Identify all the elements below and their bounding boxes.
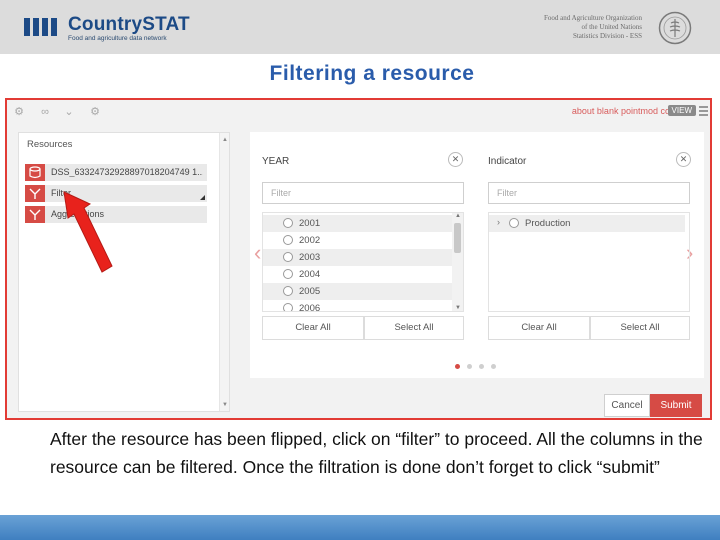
list-item[interactable]: 2001 [263,215,453,232]
brand-name: CountrySTAT [68,14,190,35]
org-line: of the United Nations [581,23,642,31]
view-badge[interactable]: VIEW [667,105,696,116]
select-all-button[interactable]: Select All [364,316,464,340]
radio-button[interactable] [283,303,293,311]
resource-item-dataset[interactable]: DSS_63324732928897018204749 1... [25,164,207,181]
search-placeholder: Filter [497,188,517,198]
submit-button[interactable]: Submit [650,394,702,417]
resources-panel: Resources DSS_63324732928897018204749 1.… [18,132,230,412]
clear-all-button[interactable]: Clear All [262,316,364,340]
gear-icon[interactable]: ⚙ [89,106,101,118]
resources-title: Resources [27,139,73,150]
radio-button[interactable] [509,218,519,228]
pagination-dot[interactable] [479,364,484,369]
option-label: 2006 [299,303,321,312]
option-label: Production [525,218,571,229]
corner-indicator-icon [200,195,205,200]
filter-panel: ‹ › YEAR ✕ Filter 2001 2002 2003 2004 20… [250,132,704,378]
list-item[interactable]: 2003 [263,249,453,266]
app-toolbar: ⚙ ∞ ⌄ ⚙ about blank pointmod cod3 VIEW [7,100,710,124]
option-label: 2002 [299,235,321,246]
list-item[interactable]: › Production [489,215,685,232]
list-scrollbar[interactable]: ▲ ▼ [452,213,463,311]
close-icon[interactable]: ✕ [676,152,691,167]
slide-title: Filtering a resource [269,62,475,85]
option-label: 2005 [299,286,321,297]
indicator-search-input[interactable]: Filter [488,182,690,204]
list-item[interactable]: 2005 [263,283,453,300]
fao-logo-icon [658,11,692,45]
scrollbar-thumb[interactable] [454,223,461,253]
filter-title-year: YEAR [262,156,290,167]
countrystat-logo-icon [24,18,62,36]
select-all-button[interactable]: Select All [590,316,690,340]
scroll-down-icon[interactable]: ▼ [455,305,461,311]
annotation-arrow-icon [63,191,113,273]
option-label: 2004 [299,269,321,280]
org-line: Food and Agriculture Organization [543,14,642,22]
list-item[interactable]: 2002 [263,232,453,249]
filter-title-indicator: Indicator [488,156,527,167]
previous-arrow-icon[interactable]: ‹ [254,240,261,266]
toolbar-status-text: about blank pointmod cod3 [571,106,680,116]
chevron-right-icon[interactable]: › [497,217,500,227]
scroll-up-icon[interactable]: ▲ [455,213,461,219]
radio-button[interactable] [283,269,293,279]
database-icon [25,164,45,181]
option-label: 2001 [299,218,321,229]
settings-icon[interactable]: ⚙ [13,106,25,118]
link-icon[interactable]: ∞ [39,106,51,118]
clear-all-button[interactable]: Clear All [488,316,590,340]
close-icon[interactable]: ✕ [448,152,463,167]
year-search-input[interactable]: Filter [262,182,464,204]
org-line: Statistics Division - ESS [572,32,642,40]
scroll-up-icon[interactable]: ▲ [222,137,228,143]
search-placeholder: Filter [271,188,291,198]
radio-button[interactable] [283,235,293,245]
pagination-dot[interactable] [467,364,472,369]
brand-tagline: Food and agriculture data network [68,35,167,42]
filter-icon [25,206,45,223]
cancel-button[interactable]: Cancel [604,394,650,417]
scroll-down-icon[interactable]: ▼ [222,402,228,408]
footer-band [0,515,720,540]
radio-button[interactable] [283,218,293,228]
chevron-down-icon[interactable]: ⌄ [63,106,75,118]
year-options-list: 2001 2002 2003 2004 2005 2006 ▲ ▼ [262,212,464,312]
list-item[interactable]: 2004 [263,266,453,283]
slide-caption: After the resource has been flipped, cli… [50,429,703,477]
resources-scrollbar[interactable]: ▲ ▼ [219,133,229,411]
radio-button[interactable] [283,252,293,262]
header-band: CountrySTAT Food and agriculture data ne… [0,0,720,54]
menu-icon[interactable] [699,106,708,116]
list-item[interactable]: 2006 [263,300,453,312]
indicator-options-list: › Production [488,212,690,312]
filter-icon [25,185,45,202]
radio-button[interactable] [283,286,293,296]
pagination-dot[interactable] [455,364,460,369]
option-label: 2003 [299,252,321,263]
pagination-dot[interactable] [491,364,496,369]
resource-item-label: DSS_63324732928897018204749 1... [51,167,203,177]
organization-name: Food and Agriculture Organization of the… [442,14,642,41]
